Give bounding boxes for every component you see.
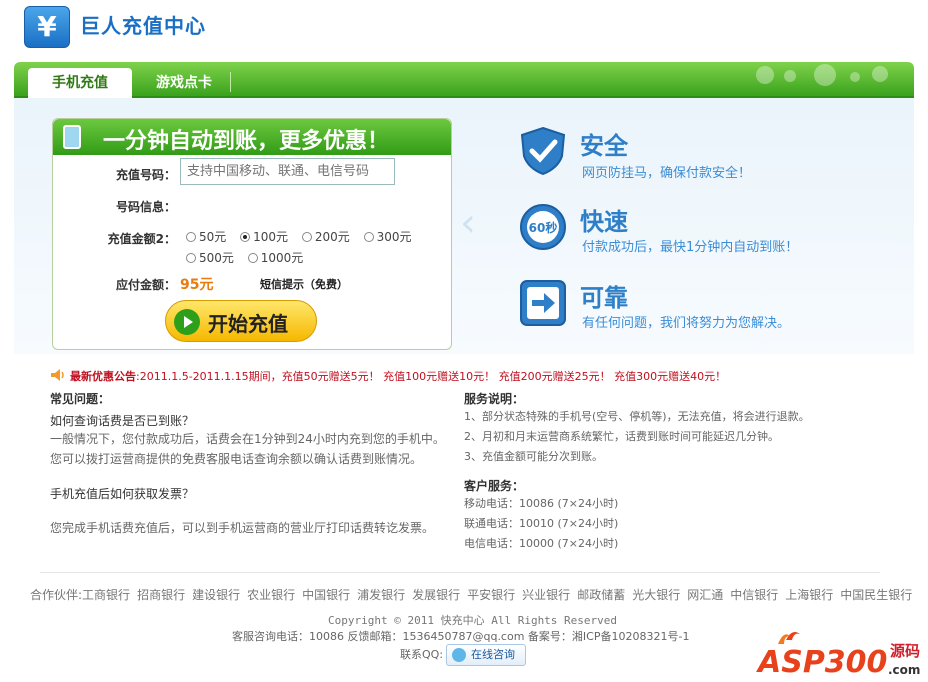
amount-option-200[interactable]: 200元 bbox=[301, 228, 350, 245]
amount-option-300[interactable]: 300元 bbox=[363, 228, 411, 245]
watermark-text: ASP300 bbox=[756, 645, 887, 678]
feature-desc-reliable: 有任何问题，我们将努力为您解决。 bbox=[582, 316, 791, 331]
pay-amount-value: 95元 bbox=[180, 277, 214, 293]
partner-link[interactable]: 平安银行 bbox=[467, 588, 515, 602]
online-consult-button[interactable]: 在线咨询 bbox=[446, 644, 526, 666]
decor-bubble bbox=[784, 70, 796, 82]
faq-answer: 您可以拨打运营商提供的免费客服电话查询余额以确认话费到账情况。 bbox=[50, 452, 423, 466]
feature-desc-safe: 网页防挂马，确保付款安全！ bbox=[582, 166, 752, 181]
partner-link[interactable]: 中信银行 bbox=[730, 588, 778, 602]
partner-link[interactable]: 兴业银行 bbox=[522, 588, 570, 602]
banner-text: 一分钟自动到账，更多优惠！ bbox=[103, 129, 390, 154]
start-recharge-button[interactable]: 开始充值 bbox=[165, 300, 317, 342]
feature-title-reliable: 可靠 bbox=[580, 284, 628, 312]
partner-link[interactable]: 光大银行 bbox=[632, 588, 680, 602]
amount-option-1000[interactable]: 1000元 bbox=[247, 249, 303, 266]
amount-option-500[interactable]: 500元 bbox=[186, 249, 234, 266]
partners-label: 合作伙伴: bbox=[30, 588, 83, 602]
yen-logo-icon: ¥ bbox=[24, 6, 70, 48]
radio-icon bbox=[363, 232, 374, 242]
amount-option-50[interactable]: 50元 bbox=[186, 228, 226, 245]
notice-text: :2011.1.5-2011.1.15期间，充值50元赠送5元！ 充值100元赠… bbox=[136, 370, 727, 383]
svg-text:60秒: 60秒 bbox=[529, 220, 558, 235]
tab-separator bbox=[230, 72, 231, 92]
faq-question: 手机充值后如何获取发票？ bbox=[50, 487, 195, 501]
amount-label: 充值金额2： bbox=[107, 232, 176, 246]
shield-check-icon bbox=[520, 126, 566, 176]
main-navbar: 手机充值 游戏点卡 bbox=[14, 62, 914, 98]
header: ¥ 巨人充值中心 bbox=[0, 0, 928, 60]
tab-mobile-recharge[interactable]: 手机充值 bbox=[28, 68, 132, 98]
service-item: 2、月初和月末运营商系统繁忙，话费到账时间可能延迟几分钟。 bbox=[464, 430, 779, 443]
faq-title: 常见问题： bbox=[50, 392, 111, 406]
partner-link[interactable]: 中国银行 bbox=[302, 588, 350, 602]
radio-icon bbox=[186, 232, 196, 242]
number-info-label: 号码信息： bbox=[115, 200, 176, 214]
promotion-notice: 最新优惠公告:2011.1.5-2011.1.15期间，充值50元赠送5元！ 充… bbox=[50, 368, 726, 384]
customer-service-item: 移动电话：10086 (7×24小时) bbox=[464, 497, 619, 510]
speaker-icon bbox=[51, 369, 64, 381]
faq-section: 常见问题： 如何查询话费是否已到账？ 一般情况下，您付款成功后，话费会在1分钟到… bbox=[50, 390, 450, 538]
customer-service-title: 客户服务： bbox=[464, 479, 525, 493]
feature-title-fast: 快速 bbox=[580, 208, 628, 236]
clock-60s-icon: 60秒 bbox=[520, 204, 566, 250]
service-title: 服务说明： bbox=[464, 392, 525, 406]
asp300-watermark-logo: ASP300 源码 .com bbox=[756, 632, 920, 678]
decor-bubble bbox=[872, 66, 888, 82]
notice-heading: 最新优惠公告 bbox=[70, 370, 136, 383]
decor-bubble bbox=[756, 66, 774, 84]
radio-icon bbox=[186, 253, 196, 263]
faq-answer: 一般情况下，您付款成功后，话费会在1分钟到24小时内充到您的手机中。 bbox=[50, 432, 445, 446]
partner-link[interactable]: 上海银行 bbox=[785, 588, 833, 602]
tab-game-card[interactable]: 游戏点卡 bbox=[138, 68, 230, 98]
partner-link[interactable]: 农业银行 bbox=[247, 588, 295, 602]
decor-bubble bbox=[850, 72, 860, 82]
contact-info: 客服咨询电话：10086 反馈邮箱：1536450787@qq.com 备案号：… bbox=[232, 630, 690, 643]
play-icon bbox=[174, 309, 200, 335]
site-title: 巨人充值中心 bbox=[80, 14, 206, 38]
copyright: Copyright © 2011 快充中心 All Rights Reserve… bbox=[328, 614, 618, 627]
service-item: 1、部分状态特殊的手机号(空号、停机等)，无法充值，将会进行退款。 bbox=[464, 410, 810, 423]
amount-option-100[interactable]: 100元 bbox=[240, 228, 288, 245]
feature-title-safe: 安全 bbox=[580, 132, 628, 160]
partner-link[interactable]: 工商银行 bbox=[82, 588, 130, 602]
partner-link[interactable]: 招商银行 bbox=[137, 588, 185, 602]
chat-icon bbox=[452, 648, 466, 662]
radio-icon bbox=[247, 253, 258, 263]
service-section: 服务说明： 1、部分状态特殊的手机号(空号、停机等)，无法充值，将会进行退款。 … bbox=[464, 390, 884, 554]
sms-notice[interactable]: 短信提示（免费） bbox=[260, 276, 348, 292]
partner-link[interactable]: 中国民生银行 bbox=[840, 588, 912, 602]
online-consult-label: 在线咨询 bbox=[471, 648, 515, 661]
partner-banks: 合作伙伴:工商银行 招商银行 建设银行 农业银行 中国银行 浦发银行 发展银行 平安银行 兴业银… bbox=[30, 586, 919, 603]
radio-checked-icon bbox=[240, 232, 251, 242]
partner-link[interactable]: 网汇通 bbox=[687, 588, 723, 602]
watermark-domain: .com bbox=[888, 663, 920, 677]
faq-answer: 您完成手机话费充值后，可以到手机运营商的营业厅打印话费转讫发票。 bbox=[50, 521, 435, 535]
arrow-right-icon bbox=[520, 280, 566, 326]
partner-link[interactable]: 浦发银行 bbox=[357, 588, 405, 602]
mobile-phone-icon bbox=[63, 125, 81, 149]
feature-desc-fast: 付款成功后，最快1分钟内自动到账！ bbox=[582, 240, 799, 255]
service-item: 3、充值金额可能分次到账。 bbox=[464, 450, 603, 463]
recharge-banner: 一分钟自动到账，更多优惠！ bbox=[53, 119, 451, 155]
partner-link[interactable]: 建设银行 bbox=[192, 588, 240, 602]
watermark-suffix: 源码 bbox=[890, 642, 920, 660]
footer-divider bbox=[40, 572, 880, 573]
qq-label: 联系QQ: bbox=[400, 648, 444, 661]
start-recharge-label: 开始充值 bbox=[208, 312, 288, 336]
decor-bubble bbox=[814, 64, 836, 86]
chevron-left-icon: ‹ bbox=[460, 200, 476, 246]
phone-number-input[interactable] bbox=[180, 158, 395, 185]
amount-options: 50元 100元 200元 300元 500元 1000元 bbox=[186, 228, 436, 270]
customer-service-item: 电信电话：10000 (7×24小时) bbox=[464, 537, 619, 550]
customer-service-item: 联通电话：10010 (7×24小时) bbox=[464, 517, 619, 530]
pay-amount-label: 应付金额： bbox=[115, 278, 176, 292]
phone-number-label: 充值号码： bbox=[115, 168, 176, 182]
radio-icon bbox=[301, 232, 312, 242]
partner-link[interactable]: 发展银行 bbox=[412, 588, 460, 602]
partner-link[interactable]: 邮政储蓄 bbox=[577, 588, 625, 602]
faq-question: 如何查询话费是否已到账？ bbox=[50, 414, 195, 428]
